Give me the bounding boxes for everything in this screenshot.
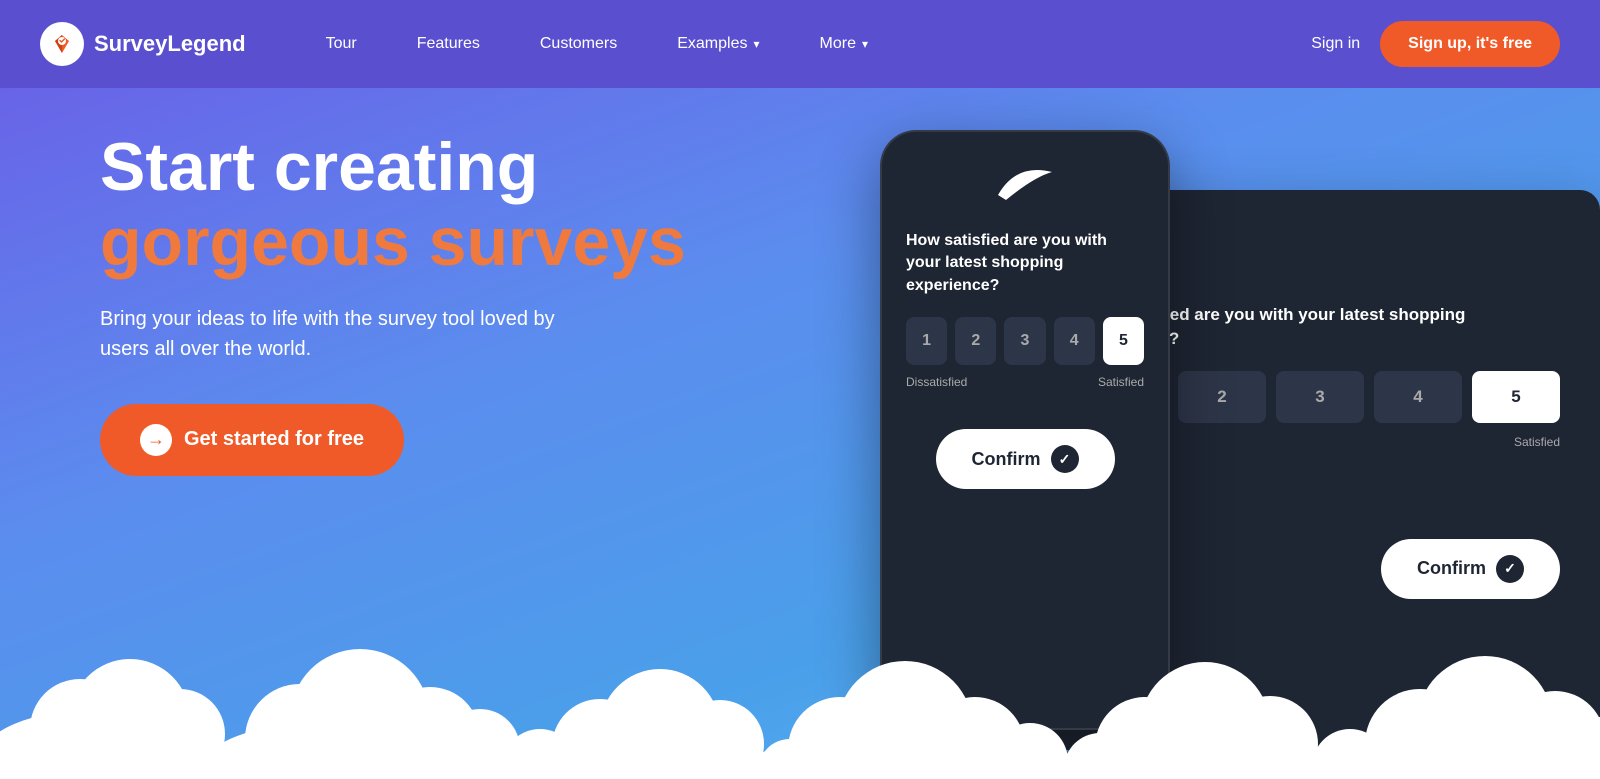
rating-5-back[interactable]: 5: [1472, 371, 1560, 423]
rating-3-back[interactable]: 3: [1276, 371, 1364, 423]
clouds-container: [0, 599, 1600, 779]
confirm-label-back: Confirm: [1417, 558, 1486, 579]
nike-logo-front: [906, 162, 1144, 210]
rating-2-back[interactable]: 2: [1178, 371, 1266, 423]
confirm-label-front: Confirm: [972, 449, 1041, 470]
nav-links: Tour Features Customers Examples ▾ More …: [296, 0, 1312, 88]
hero-title-line2: gorgeous surveys: [100, 205, 780, 280]
confirm-button-back[interactable]: Confirm ✓: [1381, 539, 1560, 599]
more-chevron-icon: ▾: [862, 37, 868, 51]
rating-2-front[interactable]: 2: [955, 317, 996, 365]
rating-labels-front: Dissatisfied Satisfied: [906, 375, 1144, 389]
confirm-check-icon-front: ✓: [1051, 445, 1079, 473]
nav-customers[interactable]: Customers: [510, 0, 647, 88]
hero-content: Start creating gorgeous surveys Bring yo…: [100, 130, 780, 476]
hero-subtitle: Bring your ideas to life with the survey…: [100, 304, 600, 364]
rating-4-front[interactable]: 4: [1054, 317, 1095, 365]
logo-icon: [40, 22, 84, 66]
survey-question-front: How satisfied are you with your latest s…: [906, 230, 1144, 297]
label-dissatisfied-front: Dissatisfied: [906, 375, 967, 389]
nav-right: Sign in Sign up, it's free: [1311, 21, 1560, 67]
brand-name: SurveyLegend: [94, 31, 246, 57]
logo-area[interactable]: SurveyLegend: [40, 22, 246, 66]
label-satisfied-front: Satisfied: [1098, 375, 1144, 389]
confirm-button-front[interactable]: Confirm ✓: [936, 429, 1115, 489]
rating-5-front[interactable]: 5: [1103, 317, 1144, 365]
rating-1-front[interactable]: 1: [906, 317, 947, 365]
signin-link[interactable]: Sign in: [1311, 35, 1360, 53]
label-satisfied-back: Satisfied: [1514, 435, 1560, 449]
rating-3-front[interactable]: 3: [1004, 317, 1045, 365]
signup-button[interactable]: Sign up, it's free: [1380, 21, 1560, 67]
nav-tour[interactable]: Tour: [296, 0, 387, 88]
hero-title-line1: Start creating: [100, 130, 780, 205]
cta-label: Get started for free: [184, 428, 364, 451]
nav-more[interactable]: More ▾: [790, 0, 898, 88]
examples-chevron-icon: ▾: [753, 37, 759, 51]
cta-arrow-icon: →: [140, 424, 172, 456]
nav-examples[interactable]: Examples ▾: [647, 0, 789, 88]
clouds-svg: [0, 599, 1600, 779]
nav-features[interactable]: Features: [387, 0, 510, 88]
rating-4-back[interactable]: 4: [1374, 371, 1462, 423]
cta-button[interactable]: → Get started for free: [100, 404, 404, 476]
navbar: SurveyLegend Tour Features Customers Exa…: [0, 0, 1600, 88]
confirm-check-icon-back: ✓: [1496, 555, 1524, 583]
rating-row-front: 1 2 3 4 5: [906, 317, 1144, 365]
